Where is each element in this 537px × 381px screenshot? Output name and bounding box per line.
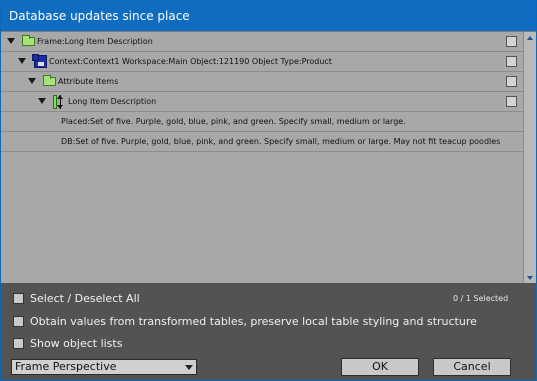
tree-label-long-item: Long Item Description <box>68 97 157 106</box>
tree-row-long-item[interactable]: Long Item Description <box>1 92 523 112</box>
tree-row-context[interactable]: Context:Context1 Workspace:Main Object:1… <box>1 52 523 72</box>
perspective-value: Frame Perspective <box>15 360 117 373</box>
placed-value-text: Placed:Set of five. Purple, gold, blue, … <box>61 117 406 126</box>
row-checkbox[interactable] <box>506 76 517 87</box>
tree-label-frame: Frame:Long Item Description <box>37 37 153 46</box>
expand-triangle-icon[interactable] <box>7 38 15 44</box>
show-lists-label: Show object lists <box>30 337 123 350</box>
folder-icon <box>22 35 35 46</box>
scroll-up-icon[interactable] <box>527 36 533 40</box>
dialog-title: Database updates since place <box>1 1 536 31</box>
row-checkbox[interactable] <box>506 56 517 67</box>
expand-triangle-icon[interactable] <box>38 98 46 104</box>
tree-row-attribute-items[interactable]: Attribute Items <box>1 72 523 92</box>
tree-label-context: Context:Context1 Workspace:Main Object:1… <box>49 57 332 66</box>
tree-label-attribute-items: Attribute Items <box>58 77 119 86</box>
attribute-item-icon <box>52 95 66 109</box>
show-lists-checkbox[interactable] <box>13 338 24 349</box>
dialog-window: Database updates since place Frame:Long … <box>0 0 537 381</box>
row-checkbox[interactable] <box>506 36 517 47</box>
obtain-values-label: Obtain values from transformed tables, p… <box>30 315 477 328</box>
selected-count: 0 / 1 Selected <box>453 294 509 303</box>
obtain-values-checkbox[interactable] <box>13 316 24 327</box>
cancel-button[interactable]: Cancel <box>433 358 511 376</box>
context-object-icon <box>32 54 47 68</box>
db-value-text: DB:Set of five. Purple, gold, blue, pink… <box>61 137 501 146</box>
chevron-down-icon[interactable] <box>185 365 193 370</box>
tree-row-placed: Placed:Set of five. Purple, gold, blue, … <box>1 112 523 132</box>
scroll-down-icon[interactable] <box>527 276 533 280</box>
expand-triangle-icon[interactable] <box>18 58 26 64</box>
ok-button[interactable]: OK <box>341 358 419 376</box>
tree-row-frame[interactable]: Frame:Long Item Description <box>1 32 523 52</box>
select-all-checkbox[interactable] <box>13 293 24 304</box>
expand-triangle-icon[interactable] <box>28 78 36 84</box>
select-all-label: Select / Deselect All <box>30 292 140 305</box>
tree-row-db: DB:Set of five. Purple, gold, blue, pink… <box>1 132 523 152</box>
perspective-select[interactable]: Frame Perspective <box>11 359 197 375</box>
folder-icon <box>43 75 56 86</box>
tree-scrollbar[interactable] <box>523 32 536 283</box>
row-checkbox[interactable] <box>506 96 517 107</box>
update-tree: Frame:Long Item Description Context:Cont… <box>1 31 536 283</box>
